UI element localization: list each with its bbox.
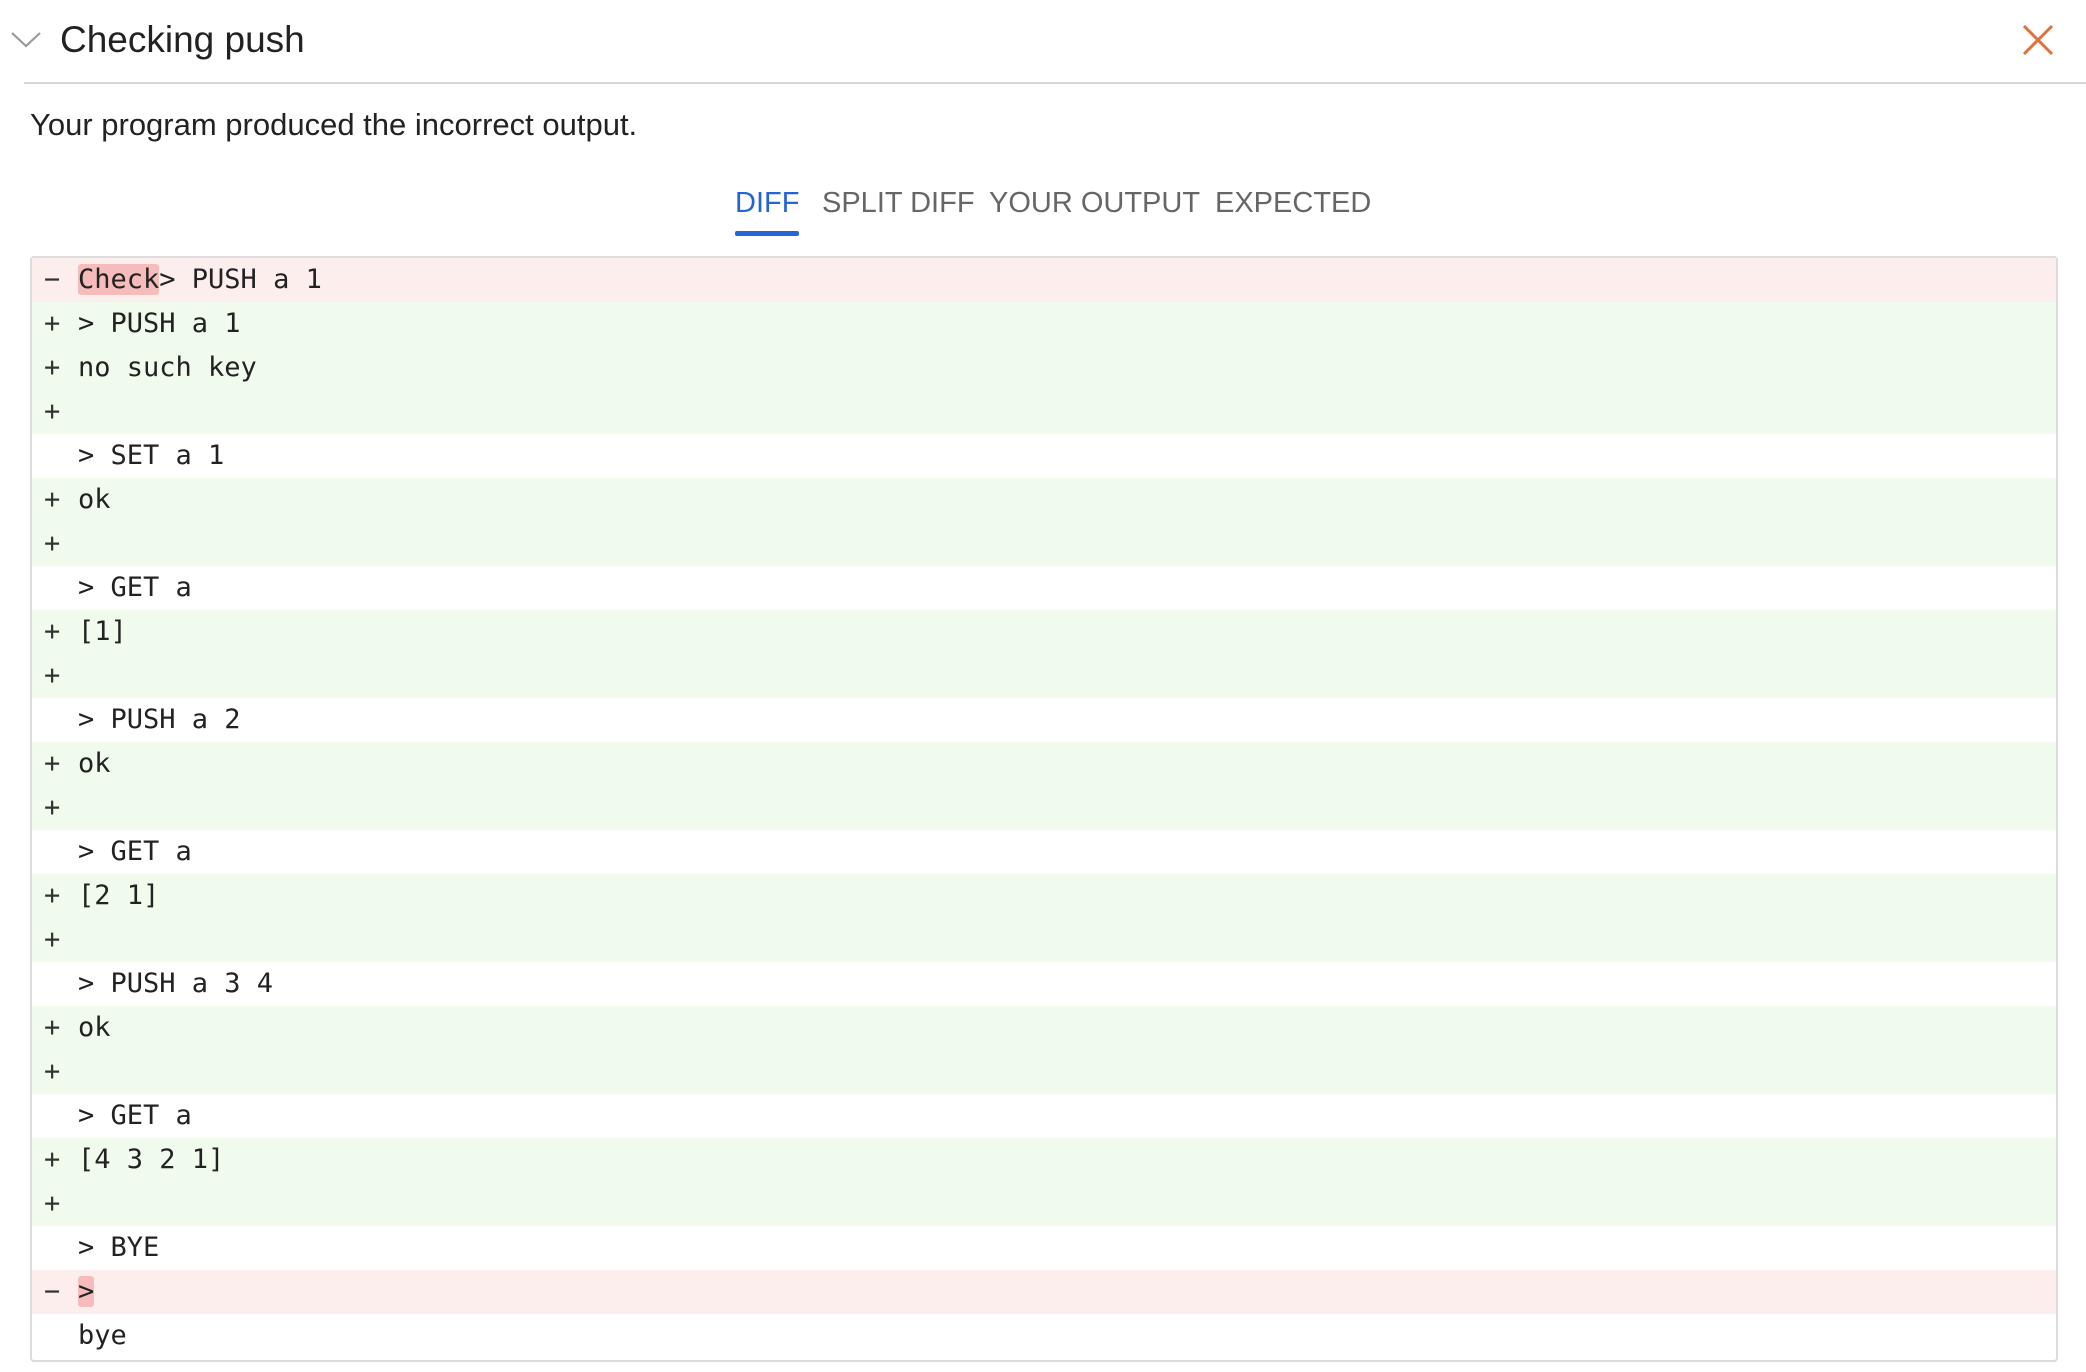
diff-line-content: > GET a [78, 836, 192, 867]
diff-line-content: > SET a 1 [78, 440, 225, 471]
diff-line-content: bye [78, 1320, 127, 1351]
diff-line-content: no such key [78, 352, 257, 383]
output-tabs: DIFF SPLIT DIFF YOUR OUTPUT EXPECTED [0, 180, 2086, 240]
chevron-down-icon[interactable] [10, 24, 42, 56]
diff-line-added: + [32, 390, 2056, 434]
result-message: Your program produced the incorrect outp… [30, 107, 638, 142]
diff-line-content: [4 3 2 1] [78, 1144, 225, 1175]
diff-line-text: no such key [78, 346, 257, 390]
diff-line-context: > GET a [32, 566, 2056, 610]
diff-line-text: > GET a [78, 830, 192, 874]
diff-line-added: + > PUSH a 1 [32, 302, 2056, 346]
diff-line-text: > PUSH a 3 4 [78, 962, 273, 1006]
diff-highlight: Check [78, 264, 160, 295]
diff-marker: + [44, 924, 61, 955]
page-title: Checking push [60, 19, 305, 60]
diff-line-added: + ok [32, 1006, 2056, 1050]
diff-line-added: + [1] [32, 610, 2056, 654]
diff-line-added: + no such key [32, 346, 2056, 390]
diff-marker: + [44, 396, 61, 427]
diff-marker: + [44, 660, 61, 691]
diff-line-context: > GET a [32, 830, 2056, 874]
diff-marker: + [44, 1056, 61, 1087]
diff-marker: + [44, 1188, 61, 1219]
tab-your-output[interactable]: YOUR OUTPUT [989, 180, 1200, 226]
diff-line-text: Check> PUSH a 1 [78, 258, 322, 302]
diff-line-context: > BYE [32, 1226, 2056, 1270]
diff-line-added: + [32, 1050, 2056, 1094]
diff-marker: + [44, 1012, 61, 1043]
diff-line-text: > SET a 1 [78, 434, 224, 478]
diff-line-removed: − > [32, 1270, 2056, 1314]
diff-line-added: + [32, 918, 2056, 962]
diff-line-text: > PUSH a 2 [78, 698, 241, 742]
diff-line-content: ok [78, 484, 111, 515]
diff-line-context: > GET a [32, 1094, 2056, 1138]
diff-line-content: > BYE [78, 1232, 160, 1263]
diff-line-text: ok [78, 478, 111, 522]
diff-marker: + [44, 880, 61, 911]
diff-line-added: + ok [32, 742, 2056, 786]
diff-line-context: bye [32, 1314, 2056, 1358]
diff-highlight: > [78, 1276, 95, 1307]
diff-line-added: + [2 1] [32, 874, 2056, 918]
header-divider [24, 82, 2086, 84]
diff-line-content: > PUSH a 2 [78, 704, 241, 735]
diff-marker: − [44, 1276, 61, 1307]
diff-line-text: [1] [78, 610, 127, 654]
diff-line-added: + [4 3 2 1] [32, 1138, 2056, 1182]
diff-line-text: bye [78, 1314, 127, 1358]
diff-line-content: [1] [78, 616, 127, 647]
diff-line-added: + [32, 1182, 2056, 1226]
diff-line-content: ok [78, 1012, 111, 1043]
diff-line-removed: − Check> PUSH a 1 [32, 258, 2056, 302]
diff-line-content: > GET a [78, 1100, 192, 1131]
diff-line-content: [2 1] [78, 880, 160, 911]
diff-line-text: ok [78, 742, 111, 786]
diff-line-context: > PUSH a 3 4 [32, 962, 2056, 1006]
diff-line-content: > PUSH a 3 4 [78, 968, 274, 999]
diff-marker: + [44, 352, 61, 383]
diff-marker: + [44, 748, 61, 779]
tab-expected[interactable]: EXPECTED [1215, 180, 1371, 226]
dialog-header: Checking push [0, 0, 2086, 84]
diff-view: − Check> PUSH a 1 + > PUSH a 1 + no such key +… [30, 256, 2058, 1362]
diff-marker: + [44, 792, 61, 823]
tab-split-diff[interactable]: SPLIT DIFF [822, 180, 975, 226]
diff-line-text: > [78, 1270, 95, 1314]
diff-marker: + [44, 308, 61, 339]
diff-marker: + [44, 1144, 61, 1175]
diff-line-text: > GET a [78, 566, 192, 610]
diff-line-content: ok [78, 748, 111, 779]
close-icon[interactable] [2016, 18, 2060, 62]
diff-marker: + [44, 528, 61, 559]
diff-line-content: > GET a [78, 572, 192, 603]
diff-line-text: [2 1] [78, 874, 159, 918]
diff-line-text: > PUSH a 1 [78, 302, 241, 346]
diff-line-content: > PUSH a 1 [78, 308, 241, 339]
diff-line-added: + [32, 786, 2056, 830]
diff-line-added: + [32, 654, 2056, 698]
tab-diff[interactable]: DIFF [735, 180, 800, 236]
diff-marker: + [44, 484, 61, 515]
diff-line-context: > PUSH a 2 [32, 698, 2056, 742]
diff-line-text: ok [78, 1006, 111, 1050]
diff-marker: + [44, 616, 61, 647]
diff-line-added: + [32, 522, 2056, 566]
diff-line-context: > SET a 1 [32, 434, 2056, 478]
diff-line-text: [4 3 2 1] [78, 1138, 224, 1182]
diff-marker: − [44, 264, 61, 295]
diff-line-text: > BYE [78, 1226, 159, 1270]
diff-line-added: + ok [32, 478, 2056, 522]
diff-line-text: > GET a [78, 1094, 192, 1138]
diff-line-content: > PUSH a 1 [159, 264, 322, 295]
